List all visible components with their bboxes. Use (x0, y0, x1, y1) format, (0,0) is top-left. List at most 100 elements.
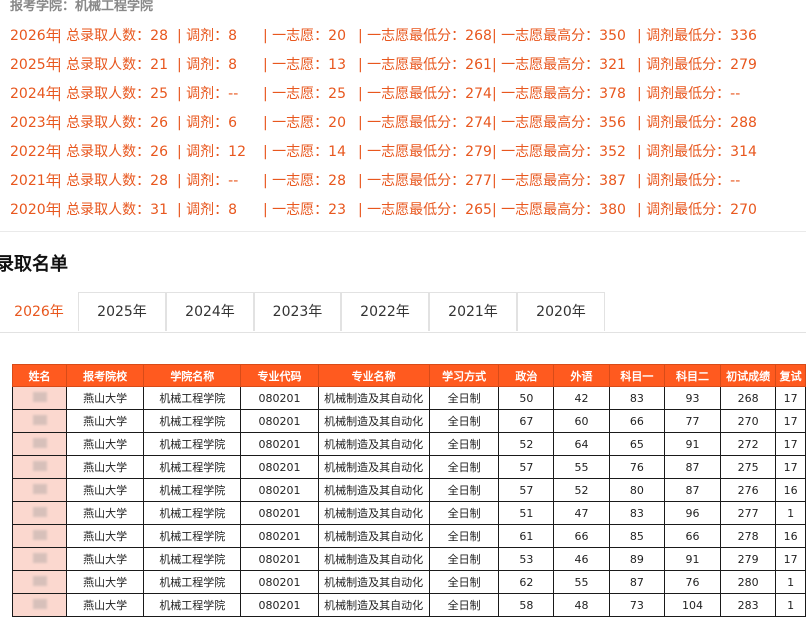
table-cell: 53 (498, 547, 555, 571)
table-cell: 全日制 (428, 501, 500, 525)
stat-adjust: | 调剂：8 (177, 28, 238, 44)
table-row: 燕山大学 机械工程学院 080201 机械制造及其自动化 全日制 53 46 89 91 279 1… (11, 547, 806, 571)
table-cell: 机械制造及其自动化 (317, 409, 430, 433)
table-cell: 275 (719, 455, 777, 479)
stat-row: 2023年| 总录取人数：26 | 调剂：6 | 一志愿：20 | 一志愿最低分：27… (10, 109, 757, 138)
stat-first: | 一志愿：20 (263, 28, 346, 44)
tab-year[interactable]: 2022年 (341, 292, 429, 331)
stat-adjust-min: | 调剂最低分：288 (637, 115, 757, 131)
table-cell: 64 (553, 432, 610, 456)
column-header: 科目二 (664, 364, 721, 387)
stat-year: 2020年 (10, 202, 60, 218)
table-cell: 机械工程学院 (143, 409, 242, 433)
redacted-name-blur (32, 460, 47, 471)
table-cell: 全日制 (428, 478, 500, 502)
tab-year[interactable]: 2026年 (0, 292, 78, 331)
table-row: 燕山大学 机械工程学院 080201 机械制造及其自动化 全日制 61 66 85 66 278 1… (11, 524, 806, 548)
table-cell: 燕山大学 (66, 455, 145, 479)
stat-row: 2025年| 总录取人数：21 | 调剂：8 | 一志愿：13 | 一志愿最低分：26… (10, 51, 757, 80)
column-header: 科目一 (608, 364, 666, 387)
table-cell: 1 (775, 501, 806, 525)
table-cell: 燕山大学 (66, 570, 145, 594)
redacted-name-blur (32, 414, 47, 425)
table-cell: 276 (719, 478, 777, 502)
table-cell: 52 (553, 478, 610, 502)
table-cell: 48 (553, 593, 610, 617)
column-header: 学习方式 (428, 364, 500, 387)
table-row: 燕山大学 机械工程学院 080201 机械制造及其自动化 全日制 51 47 83 96 277 1 (11, 501, 806, 525)
table-cell: 87 (664, 478, 721, 502)
table-cell: 77 (664, 409, 721, 433)
table-cell: 91 (664, 547, 721, 571)
school-label: 报考学院：机械工程学院 (10, 0, 154, 14)
column-header: 专业代码 (240, 364, 319, 387)
table-cell: 机械制造及其自动化 (317, 524, 430, 548)
table-cell: 61 (498, 524, 555, 548)
stat-adjust: | 调剂：8 (177, 202, 238, 218)
stat-year: 2023年 (10, 115, 60, 131)
table-cell: 燕山大学 (66, 593, 145, 617)
table-cell: 080201 (240, 547, 319, 571)
table-cell: 76 (608, 455, 666, 479)
table-cell: 机械工程学院 (143, 478, 242, 502)
stat-first-min: | 一志愿最低分：279 (358, 144, 492, 160)
redacted-name-blur (32, 506, 47, 517)
table-cell: 73 (608, 593, 666, 617)
tab-year[interactable]: 2025年 (78, 292, 166, 331)
name-cell-redacted (11, 432, 68, 456)
stat-first: | 一志愿：23 (263, 202, 346, 218)
table-cell: 080201 (240, 409, 319, 433)
redacted-name-blur (32, 391, 47, 402)
redacted-name-blur (32, 437, 47, 448)
table-cell: 272 (719, 432, 777, 456)
table-cell: 17 (775, 432, 806, 456)
stat-row: 2020年| 总录取人数：31 | 调剂：8 | 一志愿：23 | 一志愿最低分：26… (10, 196, 757, 225)
table-cell: 47 (553, 501, 610, 525)
stat-first: | 一志愿：13 (263, 57, 346, 73)
tab-year[interactable]: 2023年 (254, 292, 341, 331)
table-cell: 89 (608, 547, 666, 571)
table-cell: 66 (664, 524, 721, 548)
name-cell-redacted (11, 547, 68, 571)
stat-row: 2026年| 总录取人数：28 | 调剂：8 | 一志愿：20 | 一志愿最低分：26… (10, 22, 757, 51)
admission-list-table: 姓名 报考院校 学院名称 专业代码 专业名称 学习方式 政治 外语 科目一 科目二 初试成绩 复试 燕… (11, 364, 806, 617)
stat-total: | 总录取人数：26 (57, 144, 168, 160)
table-cell: 58 (498, 593, 555, 617)
table-cell: 104 (664, 593, 721, 617)
stat-first-max: | 一志愿最高分：356 (492, 115, 626, 131)
table-cell: 燕山大学 (66, 524, 145, 548)
stat-adjust: | 调剂：12 (177, 144, 246, 160)
stat-adjust-min: | 调剂最低分：314 (637, 144, 757, 160)
table-cell: 机械工程学院 (143, 432, 242, 456)
table-cell: 全日制 (428, 570, 500, 594)
year-tabs: 2026年 2025年 2024年 2023年 2022年 2021年 2020年 (0, 292, 806, 333)
stat-first-min: | 一志愿最低分：274 (358, 115, 492, 131)
table-cell: 全日制 (428, 386, 500, 410)
tab-year[interactable]: 2020年 (517, 292, 605, 331)
table-cell: 080201 (240, 570, 319, 594)
stat-year: 2024年 (10, 86, 60, 102)
tab-year[interactable]: 2021年 (429, 292, 517, 331)
stat-row: 2024年| 总录取人数：25 | 调剂：-- | 一志愿：25 | 一志愿最低分：2… (10, 80, 752, 109)
table-row: 燕山大学 机械工程学院 080201 机械制造及其自动化 全日制 58 48 73 104 283… (11, 593, 806, 617)
stat-year: 2022年 (10, 144, 60, 160)
tab-year[interactable]: 2024年 (166, 292, 254, 331)
table-cell: 机械工程学院 (143, 547, 242, 571)
table-cell: 机械制造及其自动化 (317, 432, 430, 456)
column-header: 复试 (775, 364, 806, 387)
table-cell: 65 (608, 432, 666, 456)
table-cell: 17 (775, 386, 806, 410)
column-header: 政治 (498, 364, 555, 387)
table-cell: 17 (775, 547, 806, 571)
column-header: 报考院校 (66, 364, 145, 387)
stat-first-min: | 一志愿最低分：265 (358, 202, 492, 218)
stat-first: | 一志愿：14 (263, 144, 346, 160)
table-cell: 279 (719, 547, 777, 571)
admission-stats: 2026年| 总录取人数：28 | 调剂：8 | 一志愿：20 | 一志愿最低分：26… (10, 22, 757, 225)
name-cell-redacted (11, 570, 68, 594)
stat-adjust-min: | 调剂最低分：336 (637, 28, 757, 44)
table-cell: 1 (775, 593, 806, 617)
stat-total: | 总录取人数：26 (57, 115, 168, 131)
stat-first-max: | 一志愿最高分：380 (492, 202, 626, 218)
table-cell: 76 (664, 570, 721, 594)
